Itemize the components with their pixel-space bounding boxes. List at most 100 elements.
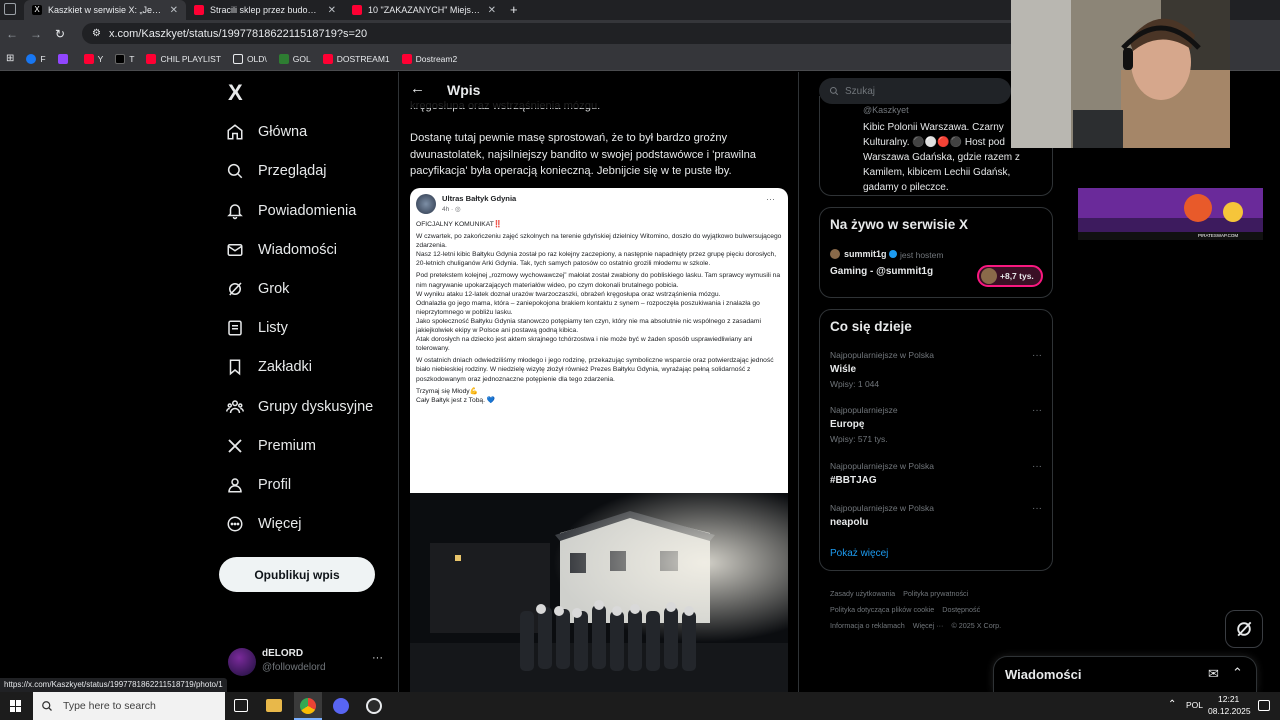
trend-item[interactable]: Najpopularniejsze w Polska neapolu ··· [830,503,1042,528]
trend-more-icon[interactable]: ··· [1032,503,1042,514]
x-logo[interactable]: X [228,80,243,106]
nav-item-home[interactable]: Główna [226,117,307,147]
x-icon [228,439,242,453]
site-info-icon[interactable]: ⚙ [92,28,101,39]
apps-grid-icon[interactable]: ⊞ [6,53,14,64]
back-icon[interactable]: ← [0,27,24,41]
nav-item-premium[interactable]: Premium [226,431,316,461]
show-more-link[interactable]: Pokaż więcej [830,548,888,559]
forward-icon[interactable]: → [24,27,48,41]
bell-icon [227,204,243,220]
nav-item-notifications[interactable]: Powiadomienia [226,196,356,226]
nav-item-bookmarks[interactable]: Zakładki [226,352,312,382]
account-more-icon[interactable]: ··· [372,652,383,664]
nav-label: Zakładki [258,359,312,375]
webcam-image [1011,0,1230,148]
stream-title[interactable]: Gaming - @summit1g [830,266,933,277]
tab-search-icon[interactable] [4,3,16,15]
footer-link[interactable]: Zasady użytkowania [830,589,895,598]
file-explorer-icon[interactable] [266,699,282,712]
bookmark-item[interactable]: T [115,53,135,64]
close-tab-icon[interactable]: ✕ [328,5,336,16]
expand-icon[interactable]: ⌃ [1232,665,1243,681]
back-arrow-icon[interactable]: ← [410,80,425,97]
input-language[interactable]: POL [1186,700,1203,710]
task-view-icon[interactable] [234,699,248,712]
nav-item-profile[interactable]: Profil [226,470,291,500]
trend-more-icon[interactable]: ··· [1032,461,1042,472]
embedded-screenshot-card[interactable]: Ultras Bałtyk Gdynia 4h · ◎ ··· OFICJALN… [410,188,788,493]
nav-item-explore[interactable]: Przeglądaj [226,156,327,186]
nav-item-grok[interactable]: Grok [226,274,289,304]
link-status-bubble: https://x.com/Kaszkyet/status/1997781862… [0,678,227,692]
verified-badge-icon [889,250,897,258]
url-bar[interactable]: ⚙ x.com/Kaszkyet/status/1997781862211518… [82,23,1022,44]
nav-label: Główna [258,124,308,140]
trend-name: Europę [830,419,865,430]
clock-time[interactable]: 12:21 [1218,694,1239,704]
bookmark-item[interactable]: Dostream2 [401,53,457,64]
bookmark-item[interactable] [57,53,72,64]
footer-link[interactable]: Polityka prywatności [903,589,968,598]
browser-tab-1[interactable]: X Kaszkiet w serwisie X: „Jeśli to, c ✕ [24,0,186,20]
tray-chevron-icon[interactable]: ⌃ [1168,699,1176,710]
x-icon [115,53,126,64]
grok-float-button[interactable] [1225,610,1263,648]
reload-icon[interactable]: ↻ [48,27,72,41]
bookmark-item[interactable]: DOSTREAM1 [322,53,390,64]
host-name[interactable]: summit1g [844,249,887,259]
clock-date[interactable]: 08.12.2025 [1208,706,1251,716]
host-avatar [830,249,840,259]
new-message-icon[interactable]: ✉ [1208,666,1219,682]
footer-link[interactable]: Polityka dotycząca plików cookie [830,605,934,614]
bookmark-item[interactable]: F [26,53,46,64]
bookmark-item[interactable]: Y [83,53,104,64]
nav-item-communities[interactable]: Grupy dyskusyjne [226,392,373,422]
close-tab-icon[interactable]: ✕ [488,5,496,16]
bookmark-folder[interactable]: OLD\ [232,53,267,64]
obs-icon[interactable] [366,698,382,714]
notifications-icon[interactable] [1258,700,1270,711]
embed-paragraph: Trzymaj się Młody💪 Cały Bałtyk jest z To… [416,387,496,404]
nav-item-lists[interactable]: Listy [226,313,288,343]
trend-item[interactable]: Najpopularniejsze Europę Wpisy: 571 tys.… [830,405,1042,444]
trend-item[interactable]: Najpopularniejsze w Polska #BBTJAG ··· [830,461,1042,486]
close-tab-icon[interactable]: ✕ [170,5,178,16]
trend-more-icon[interactable]: ··· [1032,350,1042,361]
footer-link[interactable]: Więcej ··· [913,621,944,630]
taskbar-search[interactable]: Type here to search [33,692,225,720]
footer-text: © 2025 X Corp. [951,621,1002,630]
post-photo[interactable] [410,493,788,692]
discord-icon[interactable] [333,698,349,714]
trend-item[interactable]: Najpopularniejsze w Polska Wiśle Wpisy: … [830,350,1042,389]
nav-label: Powiadomienia [258,203,357,219]
listeners-pill[interactable]: +8,7 tys. [977,265,1043,287]
bookmark-item[interactable]: GOL [278,53,311,64]
footer-links: Zasady użytkowania Polityka prywatności P… [830,586,1040,634]
nav-item-more[interactable]: Więcej [226,509,302,539]
windows-start-icon[interactable] [10,700,22,712]
trend-more-icon[interactable]: ··· [1032,405,1042,416]
post-button[interactable]: Opublikuj wpis [219,557,375,592]
bookmark-label: OLD\ [246,53,267,64]
nav-item-messages[interactable]: Wiadomości [226,235,337,265]
footer-link[interactable]: Informacja o reklamach [830,621,905,630]
more-icon: ··· [766,194,775,204]
more-circle-icon [227,516,243,532]
page-title: Wpis [447,82,481,98]
messages-dock[interactable]: Wiadomości ✉ ⌃ [993,656,1257,692]
bookmark-label: Y [97,53,104,64]
bookmark-label: T [129,53,135,64]
browser-tab-2[interactable]: Stracili sklep przez budowę ron ✕ [186,0,344,20]
bookmark-label: DOSTREAM1 [336,53,390,64]
search-icon [227,163,243,179]
search-icon [829,86,839,96]
bookmark-icon [229,359,241,376]
account-switcher[interactable]: dELORD @followdelord ··· [226,646,396,680]
grok-icon [229,282,242,296]
post-text: Dostanę tutaj pewnie masę sprostowań, że… [410,132,757,177]
footer-link[interactable]: Dostępność [942,605,980,614]
bookmark-item[interactable]: CHIL PLAYLIST [146,53,221,64]
browser-tab-3[interactable]: 10 "ZAKAZANYCH" Miejsc - You ✕ [344,0,504,20]
new-tab-button[interactable]: + [510,2,518,17]
